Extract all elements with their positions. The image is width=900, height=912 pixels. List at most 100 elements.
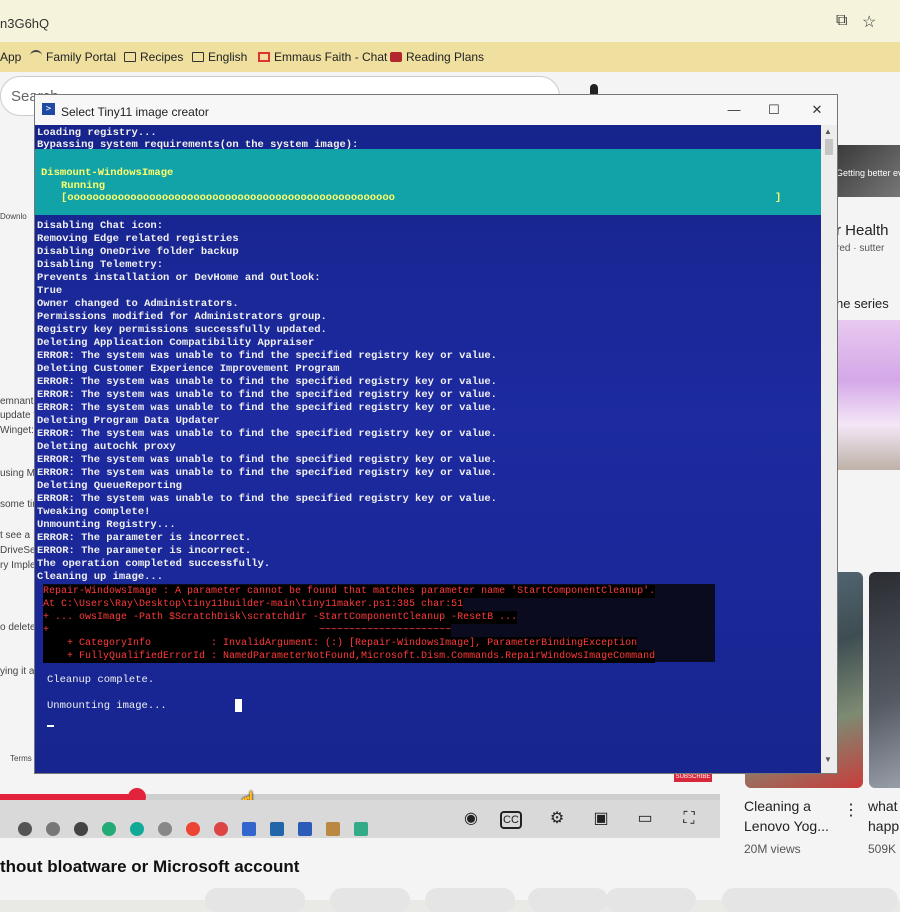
captions-icon[interactable]: CC <box>500 811 522 829</box>
taskbar-icon[interactable] <box>354 822 368 836</box>
folder-icon <box>124 52 136 62</box>
taskbar-icon[interactable] <box>326 822 340 836</box>
console-line: ERROR: The system was unable to find the… <box>37 376 497 388</box>
left-snippet: o delete <box>0 622 36 633</box>
product-thumbnail[interactable] <box>836 320 900 470</box>
left-snippet: Downlo <box>0 212 27 221</box>
cast-icon[interactable]: ⧉ <box>836 12 847 30</box>
more-vert-icon[interactable]: ⋮ <box>843 800 859 820</box>
bookmark-reading-plans[interactable]: Reading Plans <box>390 50 484 64</box>
family-icon <box>30 50 42 62</box>
outlook-icon[interactable] <box>270 822 284 836</box>
prompt-caret <box>47 725 54 727</box>
error-line: Repair-WindowsImage : A parameter cannot… <box>43 585 656 598</box>
scroll-up-icon[interactable]: ▲ <box>824 127 832 136</box>
console-line: Tweaking complete! <box>37 506 151 518</box>
series-label: he series <box>836 296 889 311</box>
console-line: Removing Edge related registries <box>37 233 239 245</box>
clip-button[interactable] <box>528 888 608 912</box>
file-icon[interactable] <box>242 822 256 836</box>
gmail-icon <box>258 52 270 62</box>
scroll-thumb[interactable] <box>825 139 833 155</box>
console-line: ERROR: The system was unable to find the… <box>37 402 497 414</box>
progress-bar: [ooooooooooooooooooooooooooooooooooooooo… <box>61 192 395 204</box>
console-line: ERROR: The system was unable to find the… <box>37 350 497 362</box>
rec-video-title[interactable]: what <box>868 798 898 814</box>
console-line: ERROR: The system was unable to find the… <box>37 389 497 401</box>
fullscreen-icon[interactable]: ⛶ <box>678 808 700 830</box>
error-line: + CategoryInfo : InvalidArgument: (:) [R… <box>43 637 638 650</box>
taskbar-icon[interactable] <box>102 822 116 836</box>
rec-video-title[interactable]: happ <box>868 818 899 834</box>
console-line: Disabling OneDrive folder backup <box>37 246 239 258</box>
thanks-button[interactable] <box>425 888 515 912</box>
console-line: Owner changed to Administrators. <box>37 298 239 310</box>
like-button[interactable] <box>205 888 305 912</box>
terms-link[interactable]: Terms <box>10 754 32 763</box>
powershell-icon: > <box>42 103 55 115</box>
address-bar[interactable]: n3G6hQ ⧉ ☆ <box>0 0 900 42</box>
left-snippet: emnants <box>0 396 39 407</box>
taskbar-icon[interactable] <box>74 822 88 836</box>
console-line: ERROR: The system was unable to find the… <box>37 493 497 505</box>
left-snippet: using Mi <box>0 468 38 479</box>
taskbar-icon[interactable] <box>214 822 228 836</box>
progress-bar-end: ] <box>775 192 782 204</box>
bookmark-recipes[interactable]: Recipes <box>124 50 183 64</box>
bookmarks-bar: App Family Portal Recipes English Emmaus… <box>0 42 900 72</box>
left-snippet: update t <box>0 410 37 421</box>
bookmark-app[interactable]: App <box>0 50 21 64</box>
error-line: + FullyQualifiedErrorId : NamedParameter… <box>43 650 656 663</box>
close-button[interactable]: ✕ <box>808 101 826 119</box>
console-line: Unmounting Registry... <box>37 519 176 531</box>
console-line: Deleting QueueReporting <box>37 480 182 492</box>
console-line: Disabling Telemetry: <box>37 259 164 271</box>
left-snippet: Winget: <box>0 425 34 436</box>
miniplayer-icon[interactable]: ▣ <box>590 808 612 830</box>
bookmark-family-portal[interactable]: Family Portal <box>30 50 116 64</box>
console-line: ERROR: The system was unable to find the… <box>37 454 497 466</box>
maximize-button[interactable]: ☐ <box>765 101 783 119</box>
console-line: Deleting autochk proxy <box>37 441 176 453</box>
chrome-icon[interactable] <box>186 822 200 836</box>
video-thumbnail[interactable] <box>869 572 900 788</box>
rec-video-title[interactable]: Cleaning a <box>744 798 811 814</box>
bookmark-english[interactable]: English <box>192 50 247 64</box>
url-text[interactable]: n3G6hQ <box>0 16 49 31</box>
share-button[interactable] <box>330 888 410 912</box>
minimize-button[interactable]: — <box>725 101 743 119</box>
console-line: Deleting Customer Experience Improvement… <box>37 363 340 375</box>
console-line: Unmounting image... <box>47 700 167 712</box>
console-line: ERROR: The parameter is incorrect. <box>37 532 252 544</box>
bookmark-star-icon[interactable]: ☆ <box>862 12 876 32</box>
console-scrollbar[interactable] <box>821 125 837 773</box>
taskbar-icon[interactable] <box>46 822 60 836</box>
console-line: ERROR: The system was unable to find the… <box>37 428 497 440</box>
left-snippet: t see a <box>0 530 31 541</box>
autoplay-toggle[interactable]: ◉ <box>460 808 482 830</box>
console-line: Disabling Chat icon: <box>37 220 164 232</box>
theater-mode-icon[interactable]: ▭ <box>634 808 656 830</box>
taskbar-icon[interactable] <box>18 822 32 836</box>
console-window[interactable]: > Select Tiny11 image creator — ☐ ✕ Load… <box>34 94 838 774</box>
scroll-down-icon[interactable]: ▼ <box>824 755 832 764</box>
window-titlebar[interactable]: > Select Tiny11 image creator — ☐ ✕ <box>35 95 837 125</box>
console-line: Cleaning up image... <box>37 571 164 583</box>
rec-video-title[interactable]: Lenovo Yog... <box>744 818 829 834</box>
word-icon[interactable] <box>298 822 312 836</box>
taskbar-icon[interactable] <box>130 822 144 836</box>
bookmark-emmaus-faith-chat[interactable]: Emmaus Faith - Chat <box>258 50 387 64</box>
console-line: Prevents installation or DevHome and Out… <box>37 272 321 284</box>
save-button[interactable] <box>606 888 696 912</box>
taskbar-icon[interactable] <box>158 822 172 836</box>
text-cursor <box>235 699 242 712</box>
console-output[interactable]: Loading registry... Bypassing system req… <box>35 125 821 773</box>
console-line: Cleanup complete. <box>47 674 155 686</box>
filter-chip[interactable] <box>722 888 898 912</box>
health-title[interactable]: r Health <box>836 222 889 239</box>
bible-app-icon <box>390 52 402 62</box>
console-line: True <box>37 285 63 297</box>
left-snippet: ry Imple <box>0 560 36 571</box>
gear-icon[interactable]: ⚙ <box>546 808 568 830</box>
console-line: ERROR: The parameter is incorrect. <box>37 545 252 557</box>
